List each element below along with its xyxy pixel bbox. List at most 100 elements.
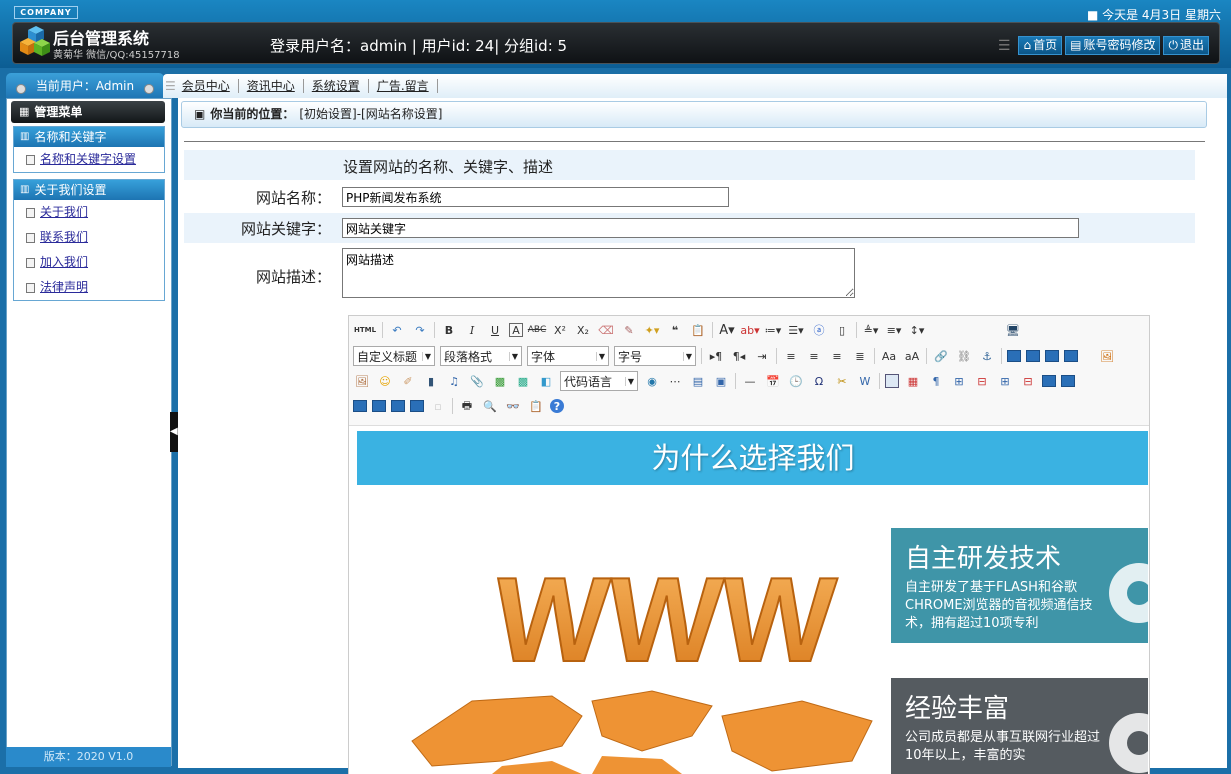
- link-icon[interactable]: 🔗: [932, 347, 950, 365]
- font-family-select[interactable]: 字体 ▼: [527, 346, 609, 366]
- html-source-button[interactable]: HTML: [353, 321, 377, 339]
- redo-icon[interactable]: ↷: [411, 321, 429, 339]
- font-size-select[interactable]: 字号 ▼: [614, 346, 696, 366]
- template-icon[interactable]: ▤: [689, 372, 707, 390]
- font-border-icon[interactable]: A: [509, 323, 523, 337]
- snapscreen-icon[interactable]: ✂: [833, 372, 851, 390]
- anchor-icon[interactable]: ⚓: [978, 347, 996, 365]
- insert-row-icon[interactable]: ⊞: [950, 372, 968, 390]
- editor-content[interactable]: 为什么选择我们 WWW 自主研发技术 自主研发了基于FLASH和谷歌CHROME…: [350, 426, 1148, 774]
- group-header[interactable]: ▥ 名称和关键字: [14, 127, 164, 147]
- sidebar-collapse-handle[interactable]: ◀: [170, 412, 178, 452]
- blockquote-icon[interactable]: ❝: [666, 321, 684, 339]
- clear-document-icon[interactable]: ▯: [833, 321, 851, 339]
- superscript-icon[interactable]: X²: [551, 321, 569, 339]
- code-language-select[interactable]: 代码语言 ▼: [560, 371, 638, 391]
- split-to-cells-icon[interactable]: [372, 400, 386, 412]
- paragraph-format-select[interactable]: 段落格式 ▼: [440, 346, 522, 366]
- site-name-input[interactable]: [342, 187, 729, 207]
- drafts-icon[interactable]: 📋: [527, 397, 545, 415]
- merge-right-icon[interactable]: [1061, 375, 1075, 387]
- image-center-icon[interactable]: [1064, 350, 1078, 362]
- special-chars-icon[interactable]: Ω: [810, 372, 828, 390]
- italic-icon[interactable]: I: [463, 321, 481, 339]
- image-left-icon[interactable]: [1026, 350, 1040, 362]
- date-icon[interactable]: 📅: [764, 372, 782, 390]
- underline-icon[interactable]: U: [486, 321, 504, 339]
- word-image-icon[interactable]: W: [856, 372, 874, 390]
- account-password-button[interactable]: ▤ 账号密码修改: [1065, 36, 1161, 55]
- page-break-icon[interactable]: ⋯: [666, 372, 684, 390]
- home-button[interactable]: ⌂ 首页: [1018, 36, 1063, 55]
- web-app-icon[interactable]: ◉: [643, 372, 661, 390]
- map-icon[interactable]: ▩: [491, 372, 509, 390]
- scrawl-icon[interactable]: ✐: [399, 372, 417, 390]
- background-color-icon[interactable]: ab▾: [740, 321, 759, 339]
- menu-link-join-us[interactable]: 加入我们: [40, 250, 88, 275]
- insert-table-icon[interactable]: [885, 374, 899, 388]
- time-icon[interactable]: 🕒: [787, 372, 805, 390]
- format-brush-icon[interactable]: ✎: [620, 321, 638, 339]
- insert-frame-icon[interactable]: ◧: [537, 372, 555, 390]
- select-all-icon[interactable]: ⓐ: [810, 321, 828, 339]
- nav-item-member-center[interactable]: 会员中心: [182, 77, 230, 94]
- row-spacing-top-icon[interactable]: ≜▾: [862, 321, 880, 339]
- description-textarea[interactable]: 网站描述: [342, 248, 855, 298]
- delete-row-icon[interactable]: ⊟: [973, 372, 991, 390]
- insert-image-icon[interactable]: 🖼: [353, 372, 371, 390]
- align-left-icon[interactable]: ≡: [782, 347, 800, 365]
- google-map-icon[interactable]: ▩: [514, 372, 532, 390]
- insert-video-icon[interactable]: ▮: [422, 372, 440, 390]
- background-icon[interactable]: ▣: [712, 372, 730, 390]
- eraser-icon[interactable]: ⌫: [597, 321, 615, 339]
- fullscreen-icon[interactable]: 🖥: [1004, 321, 1022, 339]
- attachment-icon[interactable]: 📎: [468, 372, 486, 390]
- chart-icon[interactable]: ▫: [429, 397, 447, 415]
- undo-icon[interactable]: ↶: [388, 321, 406, 339]
- menu-link-legal-notice[interactable]: 法律声明: [40, 275, 88, 300]
- rtl-icon[interactable]: ¶◂: [730, 347, 748, 365]
- align-right-icon[interactable]: ≡: [828, 347, 846, 365]
- insert-paragraph-before-table-icon[interactable]: ¶: [927, 372, 945, 390]
- ordered-list-icon[interactable]: ≔▾: [764, 321, 782, 339]
- image-right-icon[interactable]: [1045, 350, 1059, 362]
- nav-item-ads-messages[interactable]: 广告.留言: [377, 77, 429, 94]
- custom-heading-select[interactable]: 自定义标题 ▼: [353, 346, 435, 366]
- split-to-rows-icon[interactable]: [391, 400, 405, 412]
- menu-link-contact-us[interactable]: 联系我们: [40, 225, 88, 250]
- merge-cells-icon[interactable]: [1042, 375, 1056, 387]
- nav-item-news-center[interactable]: 资讯中心: [247, 77, 295, 94]
- logout-button[interactable]: ⏻ 退出: [1163, 36, 1209, 55]
- search-replace-icon[interactable]: 👓: [504, 397, 522, 415]
- keywords-input[interactable]: [342, 218, 1079, 238]
- horizontal-rule-icon[interactable]: —: [741, 372, 759, 390]
- align-justify-icon[interactable]: ≣: [851, 347, 869, 365]
- strikethrough-icon[interactable]: ABC: [528, 321, 546, 339]
- image-none-icon[interactable]: [1007, 350, 1021, 362]
- music-icon[interactable]: ♫: [445, 372, 463, 390]
- nav-item-system-settings[interactable]: 系统设置: [312, 77, 360, 94]
- subscript-icon[interactable]: X₂: [574, 321, 592, 339]
- align-center-icon[interactable]: ≡: [805, 347, 823, 365]
- paste-plain-icon[interactable]: 📋: [689, 321, 707, 339]
- auto-format-icon[interactable]: ✦▾: [643, 321, 661, 339]
- delete-col-icon[interactable]: ⊟: [1019, 372, 1037, 390]
- split-to-cols-icon[interactable]: [410, 400, 424, 412]
- unordered-list-icon[interactable]: ☰▾: [787, 321, 805, 339]
- delete-table-icon[interactable]: ▦: [904, 372, 922, 390]
- indent-icon[interactable]: ⇥: [753, 347, 771, 365]
- preview-icon[interactable]: 🔍: [481, 397, 499, 415]
- unlink-icon[interactable]: ⛓: [955, 347, 973, 365]
- help-icon[interactable]: ?: [550, 399, 564, 413]
- line-height-icon[interactable]: ↕▾: [908, 321, 926, 339]
- row-spacing-bottom-icon[interactable]: ≡▾: [885, 321, 903, 339]
- print-icon[interactable]: 🖶: [458, 397, 476, 415]
- lowercase-icon[interactable]: aA: [903, 347, 921, 365]
- menu-link-about-us[interactable]: 关于我们: [40, 200, 88, 225]
- insert-col-icon[interactable]: ⊞: [996, 372, 1014, 390]
- emotion-icon[interactable]: ☺: [376, 372, 394, 390]
- merge-down-icon[interactable]: [353, 400, 367, 412]
- font-color-icon[interactable]: A▾: [718, 321, 736, 339]
- group-header[interactable]: ▥ 关于我们设置: [14, 180, 164, 200]
- uppercase-icon[interactable]: Aa: [880, 347, 898, 365]
